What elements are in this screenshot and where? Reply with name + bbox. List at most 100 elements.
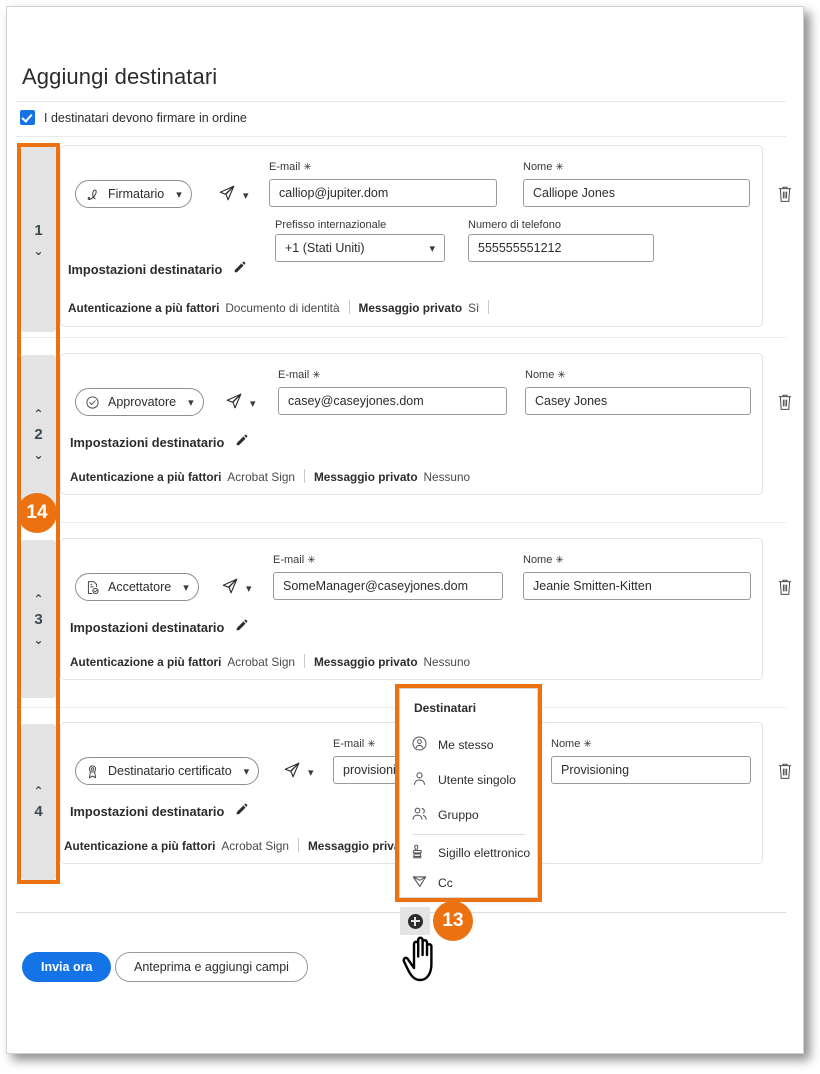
role-dropdown-4[interactable]: Destinatario certificato ▾ xyxy=(75,757,260,785)
recipient-settings-row-2[interactable]: Impostazioni destinatario xyxy=(70,433,249,452)
menu-item-gruppo[interactable]: Gruppo xyxy=(411,803,533,827)
role-dropdown-3[interactable]: Accettatore ▾ xyxy=(75,573,199,601)
recipient-card-3: Accettatore ▾ ▾ E-mail ✳ SomeManager@cas… xyxy=(60,538,763,680)
private-message-value-3: Nessuno xyxy=(423,655,471,669)
name-input-2[interactable]: Casey Jones xyxy=(525,387,751,415)
chevron-down-icon: ▾ xyxy=(243,189,249,202)
email-label-2: E-mail ✳ xyxy=(278,369,321,381)
delete-recipient-button-4[interactable] xyxy=(777,762,793,780)
signing-order-checkbox[interactable] xyxy=(20,110,35,125)
delivery-method-4[interactable]: ▾ xyxy=(283,761,314,784)
recipient-settings-label-2: Impostazioni destinatario xyxy=(70,435,225,450)
recipient-card-2: Approvatore ▾ ▾ E-mail ✳ casey@caseyjone… xyxy=(60,353,763,495)
recipient-meta-3: Autenticazione a più fattori Acrobat Sig… xyxy=(70,652,470,669)
recipient-settings-label-1: Impostazioni destinatario xyxy=(68,262,223,277)
email-input-1[interactable]: calliop@jupiter.dom xyxy=(269,179,497,207)
email-input-3[interactable]: SomeManager@caseyjones.dom xyxy=(273,572,503,600)
move-down-icon-1[interactable]: ⌄ xyxy=(33,245,43,257)
email-input-2[interactable]: casey@caseyjones.dom xyxy=(278,387,507,415)
name-label-1: Nome ✳ xyxy=(523,161,564,173)
card-divider-2 xyxy=(16,522,786,523)
private-message-value-1: Sì xyxy=(468,301,480,315)
name-label-2: Nome ✳ xyxy=(525,369,566,381)
menu-item-utente-singolo[interactable]: Utente singolo xyxy=(411,768,533,792)
mfa-label-3: Autenticazione a più fattori xyxy=(70,655,222,669)
edit-pencil-icon[interactable] xyxy=(233,260,247,279)
menu-item-cc[interactable]: Cc xyxy=(411,871,533,895)
mfa-value-4: Acrobat Sign xyxy=(221,839,289,853)
phone-input-1[interactable]: 555555551212 xyxy=(468,234,654,262)
send-now-button[interactable]: Invia ora xyxy=(22,952,112,982)
private-message-value-2: Nessuno xyxy=(423,470,471,484)
order-rail-segment-2[interactable]: ⌃ 2 ⌄ xyxy=(21,355,56,513)
delete-recipient-button-2[interactable] xyxy=(777,393,793,411)
edit-pencil-icon[interactable] xyxy=(235,433,249,452)
body-top-divider xyxy=(16,136,786,137)
role-dropdown-1[interactable]: Firmatario ▾ xyxy=(75,180,192,208)
signing-order-label: I destinatari devono firmare in ordine xyxy=(44,110,247,125)
meta-separator xyxy=(348,300,350,314)
recipient-type-menu[interactable]: Destinatari Me stesso Utente singolo Gru… xyxy=(399,688,538,898)
recipient-settings-row-4[interactable]: Impostazioni destinatario xyxy=(70,802,249,821)
move-down-icon-2[interactable]: ⌄ xyxy=(33,449,43,461)
mfa-value-1: Documento di identità xyxy=(225,301,340,315)
preview-and-add-fields-button[interactable]: Anteprima e aggiungi campi xyxy=(115,952,308,982)
menu-item-label: Gruppo xyxy=(438,808,479,822)
menu-item-sigillo-elettronico[interactable]: Sigillo elettronico xyxy=(411,841,533,865)
paper-plane-icon xyxy=(283,761,301,784)
recipient-settings-row-1[interactable]: Impostazioni destinatario xyxy=(68,260,247,279)
email-label-1: E-mail ✳ xyxy=(269,161,312,173)
mfa-label-1: Autenticazione a più fattori xyxy=(68,301,220,315)
recipient-settings-row-3[interactable]: Impostazioni destinatario xyxy=(70,618,249,637)
order-number-4: 4 xyxy=(34,803,43,820)
screenshot-root: Aggiungi destinatari I destinatari devon… xyxy=(0,0,820,1074)
meta-separator xyxy=(303,469,305,483)
recipient-settings-label-4: Impostazioni destinatario xyxy=(70,804,225,819)
recipient-type-menu-title: Destinatari xyxy=(414,701,477,715)
role-dropdown-2[interactable]: Approvatore ▾ xyxy=(75,388,204,416)
delivery-method-3[interactable]: ▾ xyxy=(221,577,252,600)
order-rail-segment-1[interactable]: 1 ⌄ xyxy=(21,147,56,332)
stamp-icon xyxy=(411,843,428,863)
paper-plane-icon xyxy=(221,577,239,600)
signing-order-row[interactable]: I destinatari devono firmare in ordine xyxy=(20,110,247,125)
person-circle-icon xyxy=(411,735,428,755)
order-rail-segment-4[interactable]: ⌃ 4 xyxy=(21,724,56,880)
edit-pencil-icon[interactable] xyxy=(235,618,249,637)
order-rail-segment-3[interactable]: ⌃ 3 ⌄ xyxy=(21,540,56,698)
chevron-down-icon: ▾ xyxy=(308,766,314,779)
recipient-meta-4: Autenticazione a più fattori Acrobat Sig… xyxy=(64,836,412,853)
header-divider xyxy=(16,101,786,102)
move-up-icon-2[interactable]: ⌃ xyxy=(33,408,43,420)
email-label-4: E-mail ✳ xyxy=(333,738,376,750)
menu-item-me-stesso[interactable]: Me stesso xyxy=(411,733,533,757)
chevron-down-icon: ▾ xyxy=(243,764,250,778)
move-up-icon-3[interactable]: ⌃ xyxy=(33,593,43,605)
move-up-icon-4[interactable]: ⌃ xyxy=(33,785,43,797)
private-message-label-3: Messaggio privato xyxy=(313,655,418,669)
order-number-2: 2 xyxy=(34,425,43,443)
delete-recipient-button-3[interactable] xyxy=(777,578,793,596)
delete-recipient-button-1[interactable] xyxy=(777,185,793,203)
private-message-label-1: Messaggio privato xyxy=(358,301,463,315)
recipient-card-1: Firmatario ▾ ▾ E-mail ✳ calliop@jupiter.… xyxy=(60,145,763,327)
card-divider-1 xyxy=(16,337,786,338)
mfa-label-2: Autenticazione a più fattori xyxy=(70,470,222,484)
private-message-label-2: Messaggio privato xyxy=(313,470,418,484)
role-label-4: Destinatario certificato xyxy=(108,764,232,778)
person-icon xyxy=(411,770,428,790)
name-input-1[interactable]: Calliope Jones xyxy=(523,179,750,207)
recipient-meta-1: Autenticazione a più fattori Documento d… xyxy=(68,298,498,315)
name-input-4[interactable]: Provisioning xyxy=(551,756,751,784)
name-label-3: Nome ✳ xyxy=(523,554,564,566)
name-input-3[interactable]: Jeanie Smitten-Kitten xyxy=(523,572,751,600)
chevron-down-icon: ▾ xyxy=(250,397,256,410)
edit-pencil-icon[interactable] xyxy=(235,802,249,821)
country-code-select-1[interactable]: +1 (Stati Uniti) ▾ xyxy=(275,234,445,262)
signature-pen-icon xyxy=(85,187,100,202)
delivery-method-1[interactable]: ▾ xyxy=(218,184,249,207)
move-down-icon-3[interactable]: ⌄ xyxy=(33,634,43,646)
role-label-3: Accettatore xyxy=(108,580,172,594)
delivery-method-2[interactable]: ▾ xyxy=(225,392,256,415)
certificate-ribbon-icon xyxy=(85,764,100,779)
